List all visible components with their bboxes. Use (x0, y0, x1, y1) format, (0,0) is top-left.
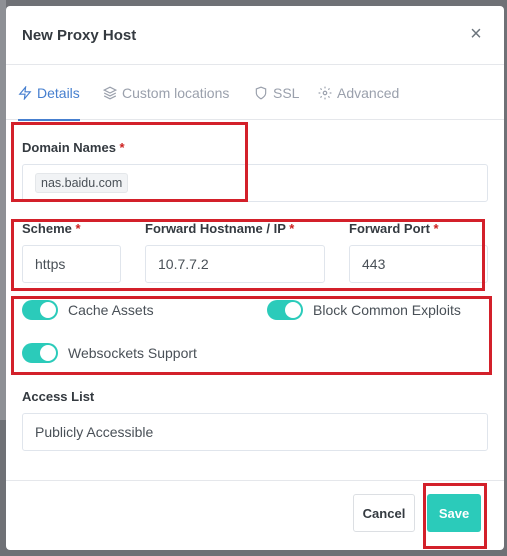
forward-host-input[interactable]: 10.7.7.2 (145, 245, 325, 283)
modal-header: New Proxy Host × (6, 6, 504, 65)
forward-port-input[interactable]: 443 (349, 245, 488, 283)
scheme-input[interactable]: https (22, 245, 121, 283)
modal-title: New Proxy Host (22, 27, 137, 44)
shield-icon (255, 86, 267, 99)
toggle-switch[interactable] (22, 300, 58, 320)
tab-label: Details (37, 84, 80, 101)
websockets-toggle[interactable]: Websockets Support (22, 343, 197, 363)
forward-host-label: Forward Hostname / IP * (145, 221, 295, 236)
forward-port-label: Forward Port * (349, 221, 439, 236)
access-list-label: Access List (22, 389, 95, 404)
tab-ssl[interactable]: SSL (254, 65, 299, 120)
close-icon[interactable]: × (466, 24, 486, 44)
required-mark: * (433, 221, 439, 236)
gear-icon (318, 86, 332, 99)
tab-label: Custom locations (122, 84, 230, 101)
toggle-switch[interactable] (22, 343, 58, 363)
cancel-button[interactable]: Cancel (353, 494, 415, 532)
tab-custom-locations[interactable]: Custom locations (103, 65, 229, 120)
toggle-label: Cache Assets (68, 302, 154, 318)
domain-names-label: Domain Names * (22, 140, 125, 155)
required-mark: * (289, 221, 295, 236)
toggle-label: Block Common Exploits (313, 302, 461, 318)
tab-advanced[interactable]: Advanced (318, 65, 399, 120)
access-list-select[interactable]: Publicly Accessible (22, 413, 488, 451)
toggle-label: Websockets Support (68, 345, 197, 361)
tab-details[interactable]: Details (18, 65, 80, 121)
tab-label: Advanced (337, 84, 400, 101)
save-button[interactable]: Save (427, 494, 481, 532)
cache-assets-toggle[interactable]: Cache Assets (22, 300, 154, 320)
tab-label: SSL (273, 84, 300, 101)
domain-tag[interactable]: nas.baidu.com (35, 173, 129, 193)
layers-icon (103, 86, 117, 99)
scheme-label: Scheme * (22, 221, 81, 236)
toggle-switch[interactable] (267, 300, 303, 320)
domain-names-input[interactable]: nas.baidu.com (22, 164, 488, 202)
block-exploits-toggle[interactable]: Block Common Exploits (267, 300, 461, 320)
required-mark: * (75, 221, 81, 236)
tab-bar: Details Custom locations SSL Advanced (6, 65, 504, 121)
required-mark: * (119, 140, 125, 155)
lightning-icon (18, 85, 32, 100)
